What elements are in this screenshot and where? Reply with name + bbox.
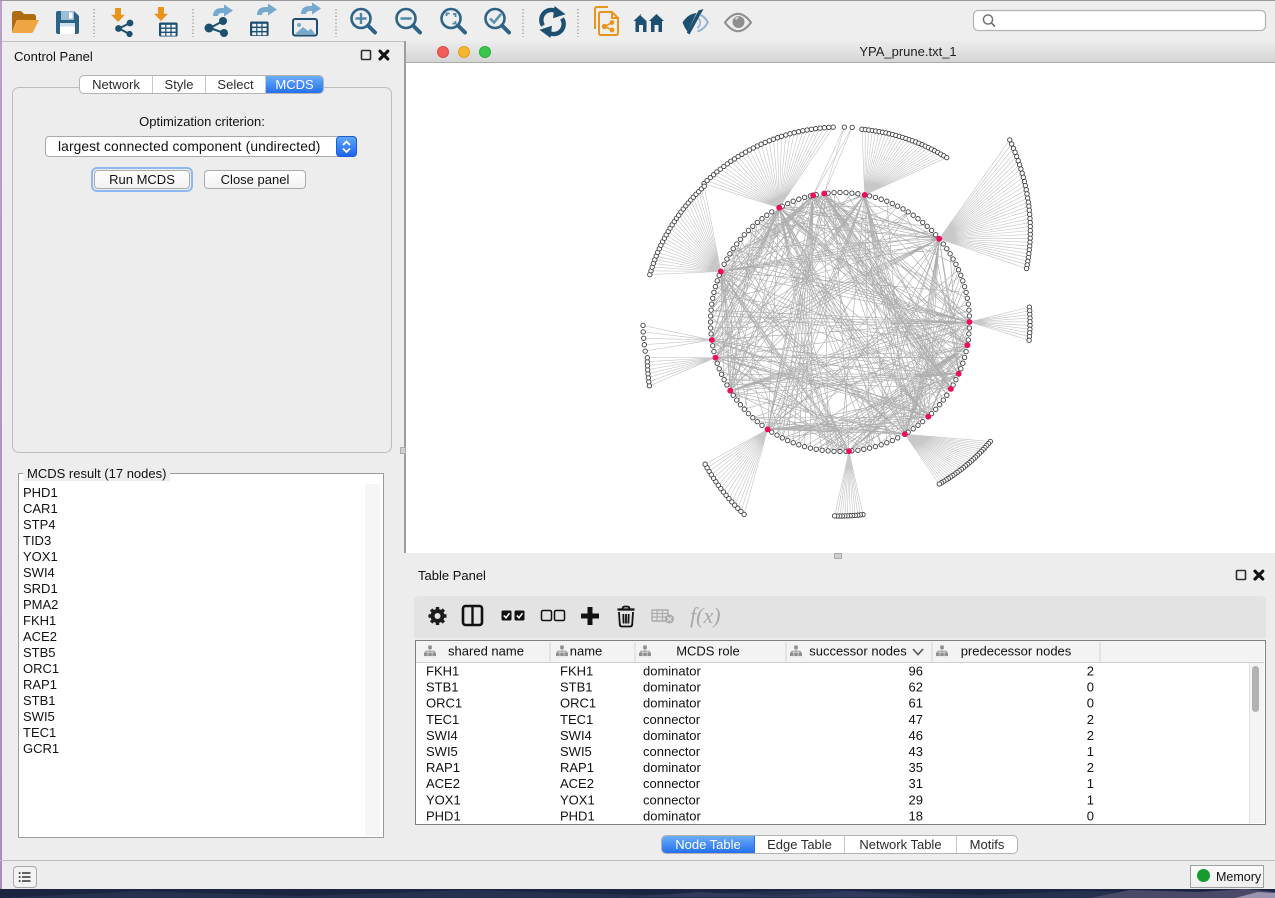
svg-text:RAP1: RAP1 (426, 760, 460, 775)
svg-text:1: 1 (1087, 792, 1094, 807)
svg-text:PHD1: PHD1 (426, 808, 461, 823)
svg-text:TEC1: TEC1 (426, 712, 459, 727)
svg-text:62: 62 (909, 680, 923, 695)
svg-text:1: 1 (1087, 776, 1094, 791)
svg-text:2: 2 (1087, 664, 1094, 679)
svg-text:TEC1: TEC1 (560, 712, 593, 727)
svg-text:43: 43 (909, 744, 923, 759)
svg-text:61: 61 (909, 696, 923, 711)
svg-text:FKH1: FKH1 (426, 664, 459, 679)
svg-text:2: 2 (1087, 760, 1094, 775)
svg-text:dominator: dominator (643, 680, 701, 695)
svg-text:1: 1 (1087, 744, 1094, 759)
svg-text:STB1: STB1 (426, 680, 459, 695)
svg-text:SWI5: SWI5 (426, 744, 458, 759)
svg-text:2: 2 (1087, 728, 1094, 743)
svg-text:SWI4: SWI4 (560, 728, 592, 743)
svg-text:name: name (570, 644, 603, 659)
svg-text:dominator: dominator (643, 808, 701, 823)
svg-text:96: 96 (909, 664, 923, 679)
svg-text:connector: connector (643, 792, 701, 807)
svg-text:dominator: dominator (643, 760, 701, 775)
svg-text:0: 0 (1087, 808, 1094, 823)
svg-text:predecessor nodes: predecessor nodes (961, 644, 1072, 659)
svg-text:YOX1: YOX1 (560, 792, 595, 807)
svg-text:35: 35 (909, 760, 923, 775)
svg-text:18: 18 (909, 808, 923, 823)
svg-text:RAP1: RAP1 (560, 760, 594, 775)
svg-text:ACE2: ACE2 (426, 776, 460, 791)
svg-text:0: 0 (1087, 696, 1094, 711)
svg-text:dominator: dominator (643, 696, 701, 711)
svg-text:FKH1: FKH1 (560, 664, 593, 679)
svg-text:STB1: STB1 (560, 680, 593, 695)
svg-text:YOX1: YOX1 (426, 792, 461, 807)
svg-text:2: 2 (1087, 712, 1094, 727)
svg-text:shared name: shared name (448, 644, 524, 659)
svg-text:29: 29 (909, 792, 923, 807)
svg-text:f(x): f(x) (690, 603, 721, 628)
svg-text:connector: connector (643, 712, 701, 727)
svg-text:0: 0 (1087, 680, 1094, 695)
svg-text:47: 47 (909, 712, 923, 727)
svg-text:ACE2: ACE2 (560, 776, 594, 791)
svg-text:SWI4: SWI4 (426, 728, 458, 743)
svg-text:connector: connector (643, 744, 701, 759)
svg-text:31: 31 (909, 776, 923, 791)
svg-text:connector: connector (643, 776, 701, 791)
svg-text:MCDS role: MCDS role (676, 644, 740, 659)
svg-text:dominator: dominator (643, 728, 701, 743)
svg-text:ORC1: ORC1 (560, 696, 596, 711)
svg-text:ORC1: ORC1 (426, 696, 462, 711)
svg-text:dominator: dominator (643, 664, 701, 679)
svg-text:SWI5: SWI5 (560, 744, 592, 759)
svg-text:46: 46 (909, 728, 923, 743)
svg-text:successor nodes: successor nodes (809, 644, 907, 659)
svg-text:PHD1: PHD1 (560, 808, 595, 823)
